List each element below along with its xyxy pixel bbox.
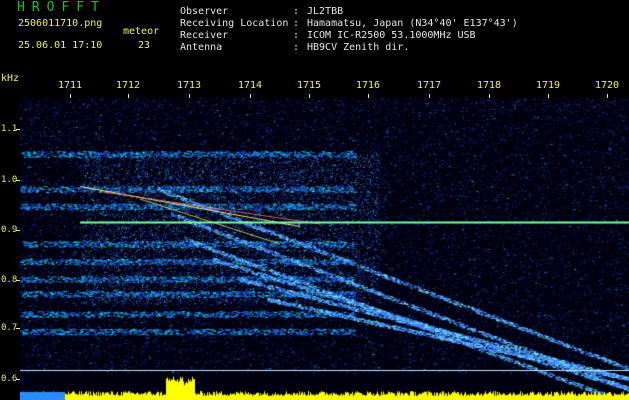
location-label: Receiving Location (180, 18, 289, 29)
receiver-value: ICOM IC-R2500 53.1000MHz USB (307, 30, 476, 41)
freq-tick-0-7: 0.7 (1, 323, 18, 333)
antenna-value: HB9CV Zenith dir. (307, 42, 410, 53)
time-tick-1720: 1720 (594, 80, 620, 91)
time-tick-1718: 1718 (476, 80, 502, 91)
app-title: HROFFT (17, 0, 106, 15)
receiver-label: Receiver (180, 30, 229, 41)
time-tick-1714: 1714 (237, 80, 263, 91)
location-sep: : (293, 18, 300, 29)
receiver-sep: : (293, 30, 300, 41)
antenna-sep: : (293, 42, 300, 53)
meteor-count-value: 23 (138, 40, 151, 51)
time-tick-1719: 1719 (535, 80, 561, 91)
time-tick-1712: 1712 (115, 80, 141, 91)
observer-sep: : (293, 6, 300, 17)
time-tick-1713: 1713 (176, 80, 202, 91)
time-tick-1717: 1717 (416, 80, 442, 91)
observer-value: JL2TBB (307, 6, 344, 17)
time-tick-1715: 1715 (296, 80, 322, 91)
freq-unit-label: kHz (1, 73, 20, 84)
freq-tick-0-9: 0.9 (1, 225, 18, 235)
observer-label: Observer (180, 6, 229, 17)
time-tick-1716: 1716 (355, 80, 381, 91)
time-tick-1711: 1711 (57, 80, 83, 91)
location-value: Hamamatsu, Japan (N34°40' E137°43') (307, 18, 518, 29)
antenna-label: Antenna (180, 42, 223, 53)
meteor-count-label: meteor (123, 26, 160, 37)
freq-tick-1-0: 1.0 (1, 175, 18, 185)
spectrogram-canvas (20, 98, 629, 400)
freq-tick-1-1: 1.1 (1, 124, 18, 134)
image-filename: 2506011710.png (18, 18, 103, 29)
freq-tick-0-6: 0.6 (1, 374, 18, 384)
capture-datetime: 25.06.01 17:10 (18, 40, 103, 51)
freq-tick-0-8: 0.8 (1, 275, 18, 285)
